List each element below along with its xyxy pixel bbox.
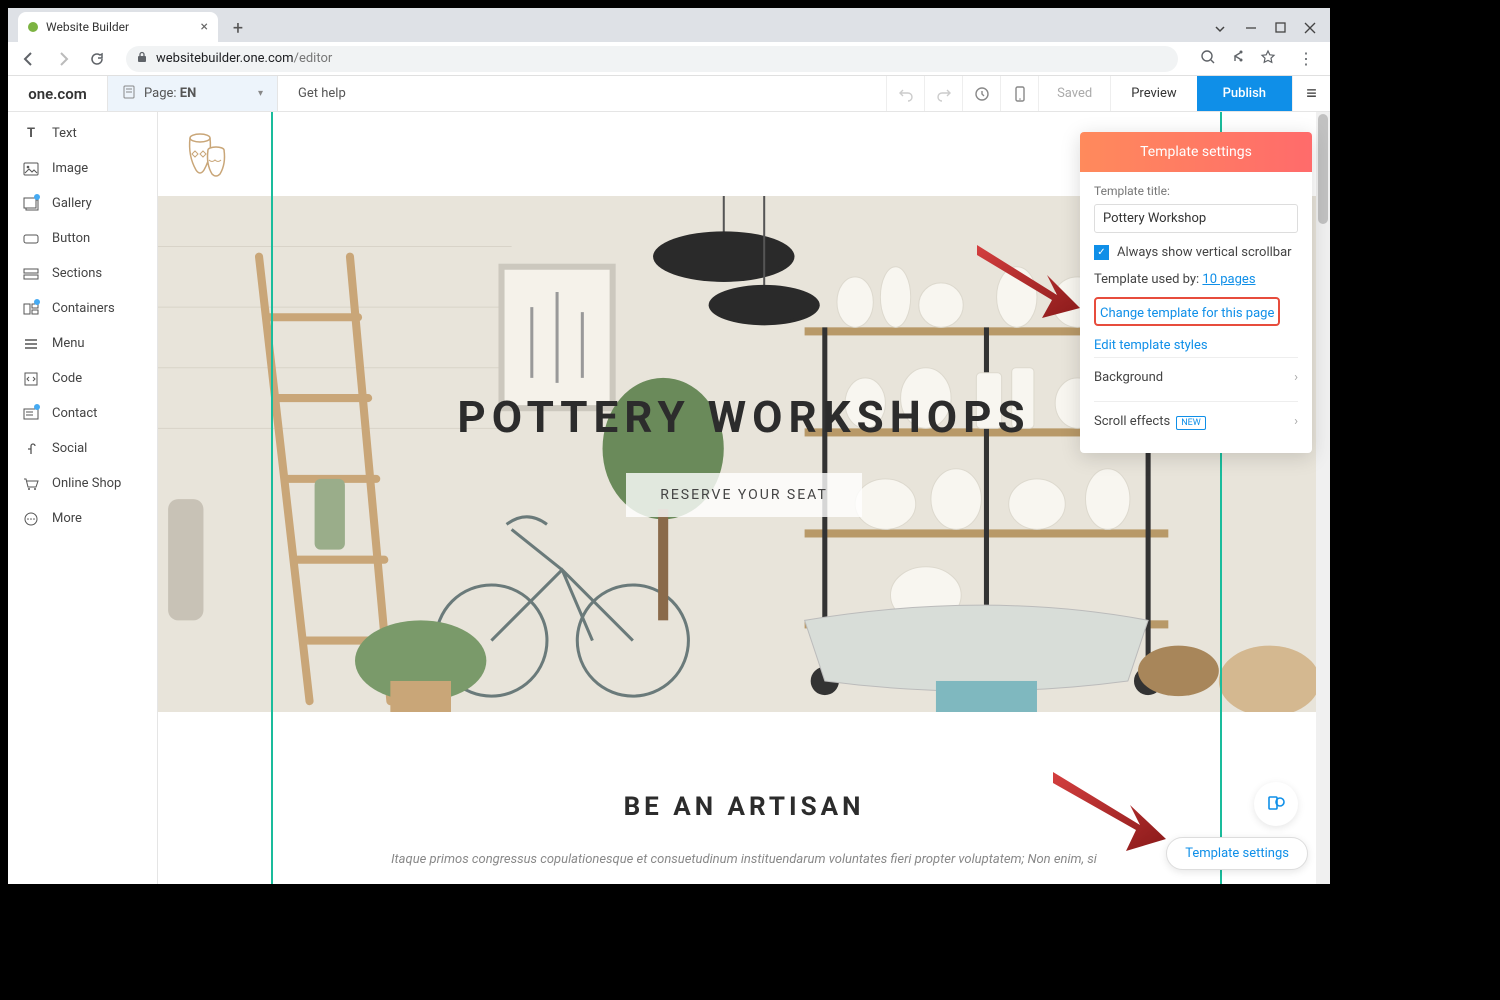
template-settings-chip[interactable]: Template settings bbox=[1166, 837, 1308, 870]
tab-favicon bbox=[28, 22, 38, 32]
component-sidebar: TText Image Gallery Button Sections Cont… bbox=[8, 112, 158, 884]
chevron-right-icon: › bbox=[1294, 414, 1298, 429]
sidebar-item-social[interactable]: Social bbox=[8, 431, 157, 466]
tab-close-icon[interactable]: × bbox=[201, 19, 208, 35]
change-template-link[interactable]: Change template for this page bbox=[1100, 306, 1274, 321]
forward-button[interactable] bbox=[50, 46, 76, 72]
page-selector[interactable]: Page: EN ▾ bbox=[108, 76, 278, 111]
sidebar-item-shop[interactable]: Online Shop bbox=[8, 466, 157, 501]
sidebar-item-gallery[interactable]: Gallery bbox=[8, 186, 157, 221]
hamburger-menu-icon[interactable]: ≡ bbox=[1292, 76, 1330, 111]
redo-button[interactable] bbox=[924, 76, 962, 111]
undo-button[interactable] bbox=[886, 76, 924, 111]
sidebar-item-more[interactable]: More bbox=[8, 501, 157, 536]
publish-button[interactable]: Publish bbox=[1197, 76, 1292, 111]
template-used-by: Template used by: 10 pages bbox=[1094, 272, 1298, 287]
text-icon: T bbox=[22, 126, 40, 141]
pages-count-link[interactable]: 10 pages bbox=[1202, 272, 1255, 287]
url-host: websitebuilder.one.com bbox=[156, 51, 294, 66]
code-icon bbox=[22, 372, 40, 386]
window-controls bbox=[1213, 22, 1330, 42]
maximize-icon[interactable] bbox=[1275, 22, 1286, 36]
more-icon bbox=[22, 512, 40, 526]
page-icon bbox=[122, 85, 136, 103]
badge-dot bbox=[34, 404, 40, 410]
background-row[interactable]: Background › bbox=[1094, 357, 1298, 397]
star-icon[interactable] bbox=[1260, 49, 1276, 69]
sidebar-item-sections[interactable]: Sections bbox=[8, 256, 157, 291]
save-status: Saved bbox=[1038, 76, 1110, 111]
image-icon bbox=[22, 162, 40, 176]
annotation-arrow bbox=[1048, 767, 1168, 862]
close-icon[interactable] bbox=[1304, 22, 1316, 36]
template-style-fab[interactable] bbox=[1254, 782, 1298, 826]
checkbox-checked-icon[interactable]: ✓ bbox=[1094, 245, 1109, 260]
history-button[interactable] bbox=[962, 76, 1000, 111]
cart-icon bbox=[22, 477, 40, 491]
panel-heading: Template settings bbox=[1080, 132, 1312, 172]
hero-title[interactable]: POTTERY WORKSHOPS bbox=[457, 391, 1030, 443]
sidebar-item-button[interactable]: Button bbox=[8, 221, 157, 256]
scroll-effects-row[interactable]: Scroll effectsNEW › bbox=[1094, 401, 1298, 441]
browser-tab[interactable]: Website Builder × bbox=[18, 12, 218, 42]
section-body[interactable]: Itaque primos congressus copulationesque… bbox=[384, 850, 1104, 871]
hero-cta-button[interactable]: RESERVE YOUR SEAT bbox=[626, 473, 862, 517]
reload-button[interactable] bbox=[84, 46, 110, 72]
sidebar-item-code[interactable]: Code bbox=[8, 361, 157, 396]
button-icon bbox=[22, 234, 40, 244]
url-path: /editor bbox=[294, 51, 333, 66]
sidebar-item-contact[interactable]: Contact bbox=[8, 396, 157, 431]
zoom-icon[interactable] bbox=[1200, 49, 1216, 69]
chevron-down-icon[interactable] bbox=[1213, 22, 1227, 36]
minimize-icon[interactable] bbox=[1245, 22, 1257, 36]
menu-icon bbox=[22, 338, 40, 350]
caret-down-icon: ▾ bbox=[258, 88, 263, 99]
get-help-link[interactable]: Get help bbox=[278, 76, 366, 111]
preview-button[interactable]: Preview bbox=[1110, 76, 1196, 111]
sidebar-item-text[interactable]: TText bbox=[8, 116, 157, 151]
template-title-input[interactable] bbox=[1094, 204, 1298, 233]
edit-styles-link[interactable]: Edit template styles bbox=[1094, 338, 1208, 353]
tab-title: Website Builder bbox=[46, 20, 193, 34]
badge-dot bbox=[34, 299, 40, 305]
change-template-link-highlighted: Change template for this page bbox=[1094, 297, 1280, 326]
sidebar-item-image[interactable]: Image bbox=[8, 151, 157, 186]
browser-tab-strip: Website Builder × + bbox=[8, 8, 1330, 42]
annotation-arrow bbox=[972, 240, 1082, 330]
mobile-preview-button[interactable] bbox=[1000, 76, 1038, 111]
share-icon[interactable] bbox=[1230, 49, 1246, 69]
back-button[interactable] bbox=[16, 46, 42, 72]
scrollbar-thumb[interactable] bbox=[1318, 114, 1328, 224]
app-toolbar: one.com Page: EN ▾ Get help Saved Previe… bbox=[8, 76, 1330, 112]
badge-dot bbox=[34, 194, 40, 200]
guide-line-left bbox=[271, 112, 273, 884]
template-title-label: Template title: bbox=[1094, 184, 1298, 198]
sections-icon bbox=[22, 268, 40, 280]
social-icon bbox=[22, 442, 40, 456]
url-field[interactable]: websitebuilder.one.com/editor bbox=[126, 46, 1178, 72]
new-badge: NEW bbox=[1176, 416, 1206, 430]
sidebar-item-containers[interactable]: Containers bbox=[8, 291, 157, 326]
vertical-scrollbar[interactable] bbox=[1316, 112, 1330, 884]
lock-icon bbox=[136, 51, 148, 67]
browser-menu-icon[interactable]: ⋮ bbox=[1290, 49, 1322, 68]
site-logo-icon bbox=[182, 126, 232, 182]
template-settings-panel: Template settings Template title: ✓ Alwa… bbox=[1080, 132, 1312, 453]
chevron-right-icon: › bbox=[1294, 370, 1298, 385]
scrollbar-checkbox-row[interactable]: ✓ Always show vertical scrollbar bbox=[1094, 245, 1298, 260]
app-logo[interactable]: one.com bbox=[8, 76, 108, 111]
address-bar: websitebuilder.one.com/editor ⋮ bbox=[8, 42, 1330, 76]
sidebar-item-menu[interactable]: Menu bbox=[8, 326, 157, 361]
new-tab-button[interactable]: + bbox=[224, 14, 252, 42]
